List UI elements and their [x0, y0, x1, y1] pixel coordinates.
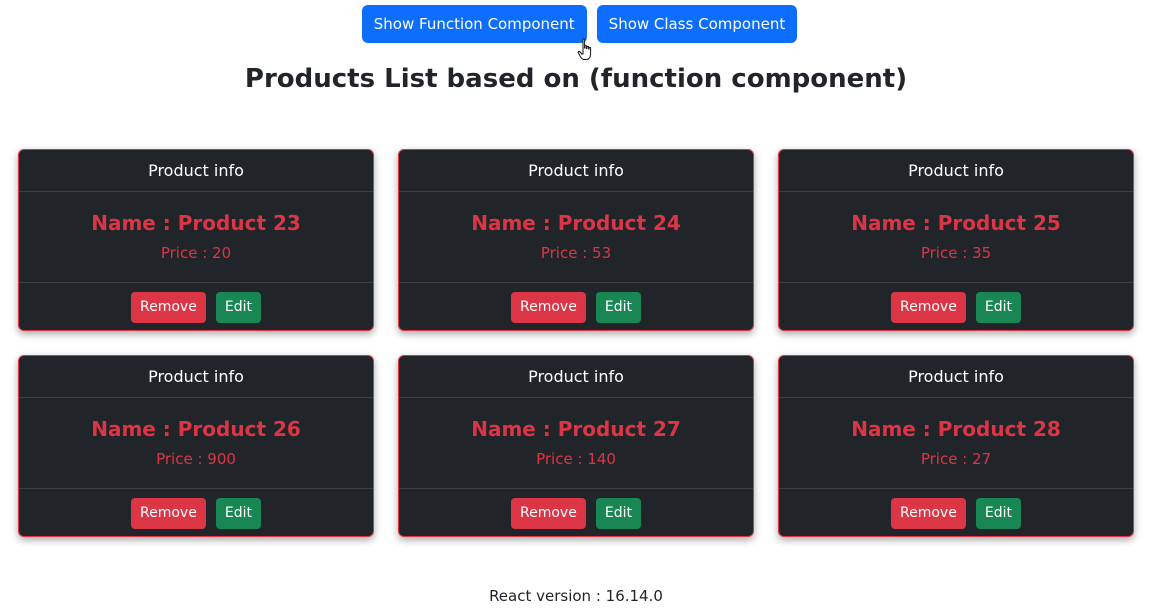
remove-button[interactable]: Remove	[511, 498, 586, 529]
card-header: Product info	[399, 150, 753, 192]
edit-button[interactable]: Edit	[975, 292, 1021, 323]
product-card: Product info Name : Product 25 Price : 3…	[778, 149, 1134, 331]
product-price: Price : 900	[156, 450, 236, 468]
card-header: Product info	[399, 356, 753, 398]
remove-button[interactable]: Remove	[891, 292, 966, 323]
card-footer: Remove Edit	[399, 283, 753, 330]
product-name: Name : Product 25	[851, 211, 1061, 235]
product-card: Product info Name : Product 28 Price : 2…	[778, 355, 1134, 537]
remove-button[interactable]: Remove	[891, 498, 966, 529]
product-card: Product info Name : Product 23 Price : 2…	[18, 149, 374, 331]
card-body: Name : Product 23 Price : 20	[19, 192, 373, 283]
product-card: Product info Name : Product 27 Price : 1…	[398, 355, 754, 537]
product-card: Product info Name : Product 24 Price : 5…	[398, 149, 754, 331]
card-header: Product info	[779, 150, 1133, 192]
product-price: Price : 27	[920, 450, 992, 468]
card-footer: Remove Edit	[19, 489, 373, 536]
card-body: Name : Product 26 Price : 900	[19, 398, 373, 489]
product-card: Product info Name : Product 26 Price : 9…	[18, 355, 374, 537]
card-footer: Remove Edit	[779, 489, 1133, 536]
card-header: Product info	[19, 356, 373, 398]
edit-button[interactable]: Edit	[595, 292, 641, 323]
product-price: Price : 140	[536, 450, 616, 468]
show-class-component-button[interactable]: Show Class Component	[596, 5, 798, 43]
card-footer: Remove Edit	[779, 283, 1133, 330]
product-name: Name : Product 27	[471, 417, 681, 441]
product-name: Name : Product 23	[91, 211, 301, 235]
react-version-text: React version : 16.14.0	[489, 587, 663, 605]
product-name: Name : Product 28	[851, 417, 1061, 441]
card-footer: Remove Edit	[19, 283, 373, 330]
card-body: Name : Product 24 Price : 53	[399, 192, 753, 283]
edit-button[interactable]: Edit	[595, 498, 641, 529]
page-title: Products List based on (function compone…	[244, 64, 908, 94]
card-header: Product info	[19, 150, 373, 192]
remove-button[interactable]: Remove	[511, 292, 586, 323]
card-body: Name : Product 25 Price : 35	[779, 192, 1133, 283]
card-footer: Remove Edit	[399, 489, 753, 536]
card-body: Name : Product 28 Price : 27	[779, 398, 1133, 489]
remove-button[interactable]: Remove	[131, 292, 206, 323]
product-name: Name : Product 24	[471, 211, 681, 235]
card-body: Name : Product 27 Price : 140	[399, 398, 753, 489]
remove-button[interactable]: Remove	[131, 498, 206, 529]
product-price: Price : 20	[160, 244, 232, 262]
product-name: Name : Product 26	[91, 417, 301, 441]
card-header: Product info	[779, 356, 1133, 398]
product-price: Price : 35	[920, 244, 992, 262]
edit-button[interactable]: Edit	[215, 498, 261, 529]
edit-button[interactable]: Edit	[215, 292, 261, 323]
edit-button[interactable]: Edit	[975, 498, 1021, 529]
product-price: Price : 53	[540, 244, 612, 262]
hand-pointer-icon	[577, 38, 592, 60]
show-function-component-button[interactable]: Show Function Component	[361, 5, 587, 43]
